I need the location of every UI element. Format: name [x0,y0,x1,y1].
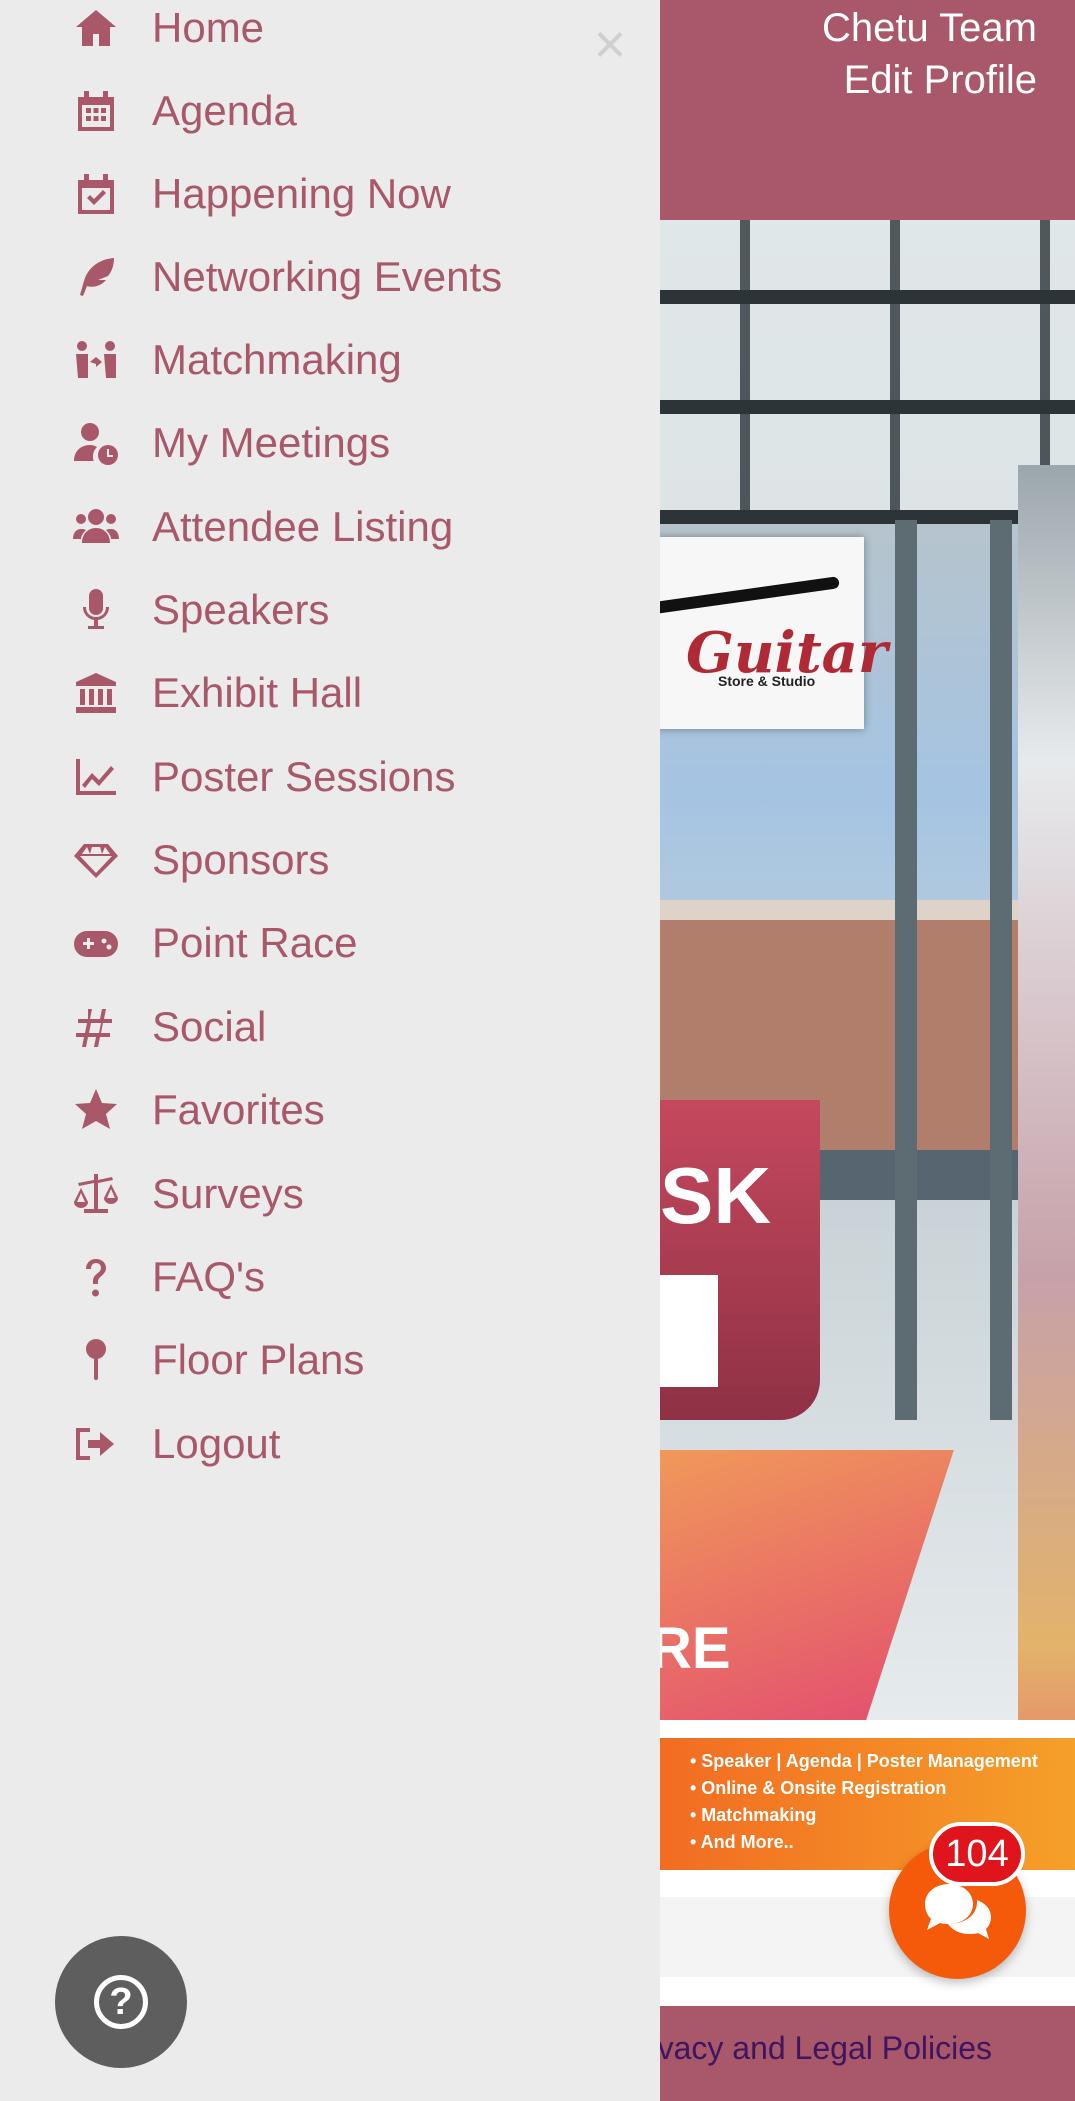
edit-profile-link[interactable]: Edit Profile [822,54,1037,106]
mat-text: RE [650,1616,731,1681]
sign-out-icon [68,1418,124,1470]
menu-item-label: Sponsors [152,836,330,883]
promo-item: • Online & Onsite Registration [690,1778,947,1798]
microphone-icon [68,584,124,636]
menu-item-floor-plans[interactable]: Floor Plans [0,1329,660,1391]
map-pin-icon [68,1334,124,1386]
line-chart-icon [68,751,124,803]
menu-item-faqs[interactable]: FAQ's [0,1246,660,1308]
help-button[interactable]: ? [55,1936,187,2068]
hashtag-icon [68,1001,124,1053]
menu-item-poster-sessions[interactable]: Poster Sessions [0,746,660,808]
question-icon [68,1251,124,1303]
menu-item-label: Networking Events [152,253,503,300]
menu-item-label: Point Race [152,919,358,966]
window-pillar [895,520,917,1420]
menu-item-label: Poster Sessions [152,753,456,800]
menu-item-label: Floor Plans [152,1336,365,1383]
menu-item-label: Social [152,1003,267,1050]
people-arrows-icon [68,334,124,386]
menu-item-label: Attendee Listing [152,503,454,550]
menu-item-label: Surveys [152,1170,304,1217]
menu-item-exhibit-hall[interactable]: Exhibit Hall [0,662,660,724]
menu-item-agenda[interactable]: Agenda [0,80,660,142]
menu-item-favorites[interactable]: Favorites [0,1079,660,1141]
gem-icon [68,834,124,886]
landmark-icon [68,667,124,719]
side-drawer: × Home Agenda Happening Now Networking E… [0,0,660,2101]
menu-item-attendee-listing[interactable]: Attendee Listing [0,496,660,558]
menu-item-label: Exhibit Hall [152,669,363,716]
menu-item-logout[interactable]: Logout [0,1413,660,1475]
menu-item-label: FAQ's [152,1253,266,1300]
chat-bubbles-icon [925,1884,991,1939]
menu-item-point-race[interactable]: Point Race [0,912,660,974]
menu-item-label: Favorites [152,1086,325,1133]
menu-item-my-meetings[interactable]: My Meetings [0,412,660,474]
calendar-grid-icon [68,85,124,137]
menu-item-label: Home [152,4,265,51]
menu-item-label: Matchmaking [152,336,402,383]
sign-subtitle: Store & Studio [718,673,816,689]
menu-item-label: Happening Now [152,170,451,217]
menu-item-home[interactable]: Home [0,0,660,59]
menu-item-surveys[interactable]: Surveys [0,1163,660,1225]
desk-text: SK [660,1151,772,1240]
home-icon [68,2,124,54]
chat-unread-badge: 104 [929,1822,1025,1886]
menu-item-social[interactable]: Social [0,996,660,1058]
menu-item-speakers[interactable]: Speakers [0,579,660,641]
feather-icon [68,251,124,303]
gamepad-icon [68,917,124,969]
menu-item-label: Logout [152,1420,281,1467]
menu-item-label: My Meetings [152,419,391,466]
menu-item-label: Speakers [152,586,330,633]
user-name[interactable]: Chetu Team [822,2,1037,54]
menu-item-networking-events[interactable]: Networking Events [0,246,660,308]
user-clock-icon [68,417,124,469]
star-icon [68,1084,124,1136]
promo-item: • Speaker | Agenda | Poster Management [690,1751,1038,1771]
balance-scale-icon [68,1168,124,1220]
user-block: Chetu Team Edit Profile [822,2,1037,106]
calendar-check-icon [68,168,124,220]
menu-item-label: Agenda [152,87,297,134]
menu-item-happening-now[interactable]: Happening Now [0,163,660,225]
menu-item-matchmaking[interactable]: Matchmaking [0,329,660,391]
window-pillar [990,520,1012,1420]
users-icon [68,501,124,553]
menu-item-sponsors[interactable]: Sponsors [0,829,660,891]
help-question-icon: ? [94,1975,148,2029]
right-edge-graphic [1018,465,1075,1720]
